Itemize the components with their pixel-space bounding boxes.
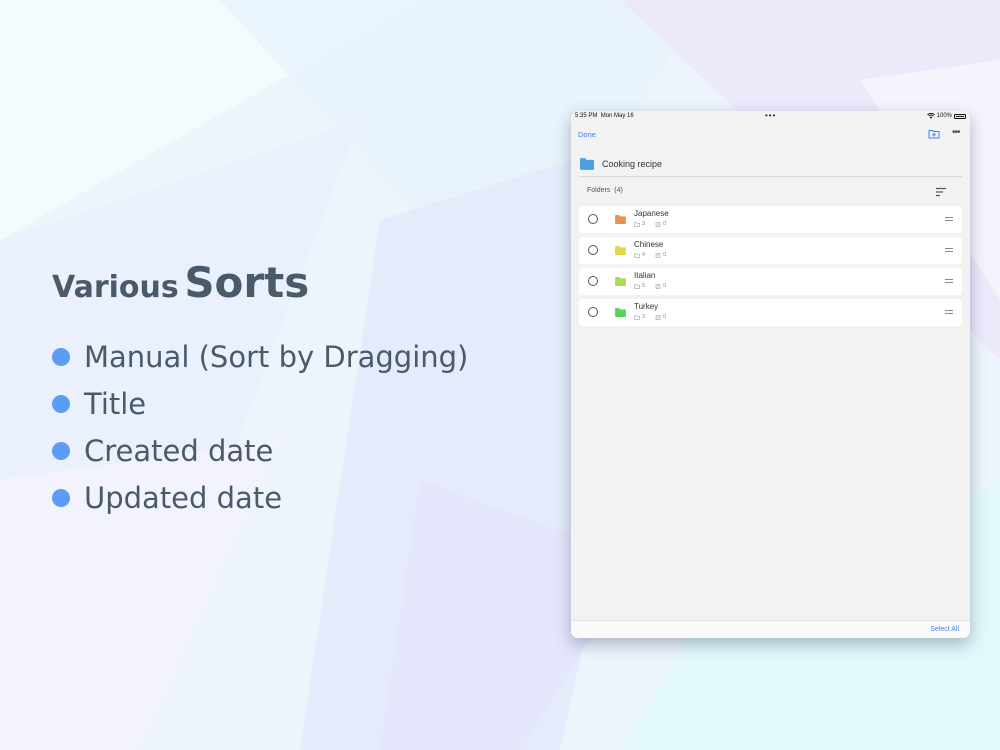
battery-icon [954, 113, 966, 119]
note-icon [655, 221, 661, 227]
drag-handle-icon[interactable] [945, 248, 953, 252]
page-title: Cooking recipe [602, 159, 663, 169]
select-radio[interactable] [588, 276, 598, 286]
subfolder-count: 4 [642, 252, 646, 258]
promo-title: Various Sorts [52, 258, 309, 307]
select-radio[interactable] [588, 214, 598, 224]
feature-item: Manual (Sort by Dragging) [52, 333, 468, 380]
folder-name: Japanese [634, 209, 669, 218]
multitasking-dots-icon[interactable]: ••• [765, 111, 776, 120]
subfolder-count: 3 [642, 314, 646, 320]
feature-label: Updated date [84, 480, 283, 515]
note-icon [655, 283, 661, 289]
folder-list: Japanese 3 0 Chinese 4 0 Italian 5 0 Tur… [579, 206, 962, 330]
section-header: Folders (4) [587, 187, 623, 194]
folder-meta: 3 0 [634, 221, 676, 227]
folder-name: Chinese [634, 240, 664, 249]
list-item[interactable]: Italian 5 0 [579, 268, 962, 295]
bullet-dot [52, 441, 70, 460]
list-item[interactable]: Japanese 3 0 [579, 206, 962, 233]
folder-outline-icon [634, 314, 640, 320]
wifi-icon [926, 113, 935, 119]
feature-label: Created date [84, 433, 274, 468]
folder-meta: 4 0 [634, 252, 676, 258]
status-time-value: 5:35 PM [575, 113, 598, 119]
folder-outline-icon [634, 221, 640, 227]
sort-icon[interactable] [935, 187, 947, 197]
folder-name: Italian [634, 271, 656, 280]
list-item[interactable]: Chinese 4 0 [579, 237, 962, 264]
folder-name: Turkey [634, 302, 659, 311]
tablet-screen: 5:35 PM Mon May 16 ••• 100% Done ••• Coo… [571, 111, 970, 638]
done-button[interactable]: Done [578, 130, 596, 139]
note-count: 0 [663, 314, 667, 320]
feature-label: Title [84, 386, 147, 421]
status-time: 5:35 PM Mon May 16 [575, 113, 634, 119]
folder-icon [615, 308, 626, 317]
feature-item: Created date [52, 427, 468, 474]
bullet-dot [52, 347, 70, 366]
note-icon [655, 252, 661, 258]
folder-icon [580, 158, 594, 170]
section-label: Folders [587, 187, 611, 194]
section-count: (4) [614, 187, 623, 194]
divider [579, 176, 962, 177]
promo-title-small: Various [52, 270, 179, 305]
select-radio[interactable] [588, 245, 598, 255]
drag-handle-icon[interactable] [945, 279, 953, 283]
note-icon [655, 314, 661, 320]
folder-plus-icon[interactable] [928, 128, 940, 140]
more-options-icon[interactable]: ••• [952, 127, 960, 138]
folder-icon [615, 246, 626, 255]
drag-handle-icon[interactable] [945, 217, 953, 221]
status-right: 100% [926, 113, 966, 119]
folder-meta: 3 0 [634, 314, 676, 320]
folder-icon [615, 277, 626, 286]
bullet-dot [52, 488, 70, 507]
note-count: 0 [663, 252, 667, 258]
note-count: 0 [663, 283, 667, 289]
list-item[interactable]: Turkey 3 0 [579, 299, 962, 326]
status-date-value: Mon May 16 [600, 113, 634, 119]
subfolder-count: 5 [642, 283, 646, 289]
note-count: 0 [663, 221, 667, 227]
subfolder-count: 3 [642, 221, 646, 227]
feature-list: Manual (Sort by Dragging) Title Created … [52, 333, 468, 521]
folder-outline-icon [634, 252, 640, 258]
battery-percent: 100% [936, 113, 952, 119]
status-bar: 5:35 PM Mon May 16 ••• 100% [571, 111, 970, 123]
bullet-dot [52, 394, 70, 413]
folder-icon [615, 215, 626, 224]
select-radio[interactable] [588, 307, 598, 317]
feature-item: Title [52, 380, 468, 427]
feature-item: Updated date [52, 474, 468, 521]
promo-title-big: Sorts [184, 258, 310, 307]
drag-handle-icon[interactable] [945, 310, 953, 314]
folder-outline-icon [634, 283, 640, 289]
bottom-toolbar: Select All [571, 620, 970, 638]
folder-meta: 5 0 [634, 283, 676, 289]
select-all-button[interactable]: Select All [930, 626, 959, 633]
feature-label: Manual (Sort by Dragging) [84, 339, 469, 374]
